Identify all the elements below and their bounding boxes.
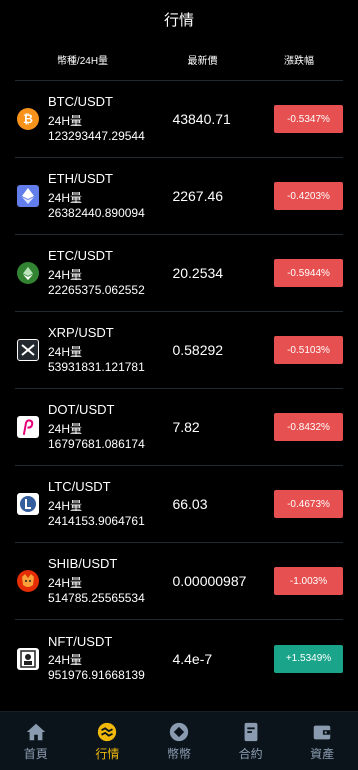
bitcoin-icon: ₿ [17, 108, 39, 130]
last-price: 7.82 [172, 419, 200, 435]
polkadot-icon [17, 416, 39, 438]
page-title: 行情 [163, 11, 194, 29]
market-row[interactable]: DOT/USDT 24H量 16797681.086174 7.82 -0.84… [15, 389, 343, 466]
volume-value: 22265375.062552 [48, 282, 145, 297]
pair-name: SHIB/USDT [48, 556, 118, 572]
page-header: 行情 [0, 0, 358, 38]
change-badge: -0.5347% [274, 105, 343, 133]
tab-label: 首頁 [23, 746, 48, 761]
change-badge: +1.5349% [274, 644, 343, 673]
column-price: 最新價 [187, 55, 218, 67]
last-price: 0.00000987 [172, 573, 247, 589]
pair-name: ETC/USDT [48, 248, 113, 264]
ethereum-icon [17, 185, 39, 207]
ethereum-classic-icon [17, 262, 39, 284]
tab-market[interactable]: 行情 [72, 712, 144, 770]
pair-name: DOT/USDT [48, 402, 115, 418]
tab-home[interactable]: 首頁 [0, 712, 72, 770]
market-row[interactable]: XRP/USDT 24H量 53931831.121781 0.58292 -0… [15, 312, 343, 389]
change-badge: -0.8432% [274, 413, 343, 441]
volume-label: 24H量 [48, 575, 83, 590]
change-badge: -0.4673% [274, 490, 343, 518]
coin-icon [169, 722, 189, 741]
pair-name: NFT/USDT [48, 633, 113, 649]
column-header: 幣種/24H量 最新價 漲跌幅 [15, 38, 343, 81]
home-icon [26, 723, 45, 740]
tab-assets[interactable]: 資產 [286, 712, 358, 770]
volume-label: 24H量 [48, 344, 83, 359]
market-icon [98, 722, 117, 741]
volume-label: 24H量 [48, 267, 83, 282]
change-badge: -0.5944% [274, 259, 343, 287]
change-badge: -1.003% [274, 567, 343, 595]
column-pair: 幣種/24H量 [56, 55, 109, 67]
tab-label: 行情 [95, 746, 120, 761]
market-row[interactable]: ₿ BTC/USDT 24H量 123293447.29544 43840.71… [15, 81, 343, 158]
volume-value: 2414153.9064761 [48, 513, 145, 528]
last-price: 66.03 [172, 496, 208, 512]
column-change: 漲跌幅 [284, 55, 314, 67]
nft-icon [17, 647, 39, 670]
last-price: 20.2534 [172, 265, 224, 281]
volume-value: 53931831.121781 [48, 359, 145, 374]
market-row[interactable]: SHIB/USDT 24H量 514785.25565534 0.0000098… [15, 543, 343, 620]
tab-contract[interactable]: 合約 [215, 712, 287, 770]
change-badge: -0.5103% [274, 336, 343, 364]
xrp-icon [17, 339, 39, 361]
volume-value: 16797681.086174 [48, 436, 145, 451]
pair-name: ETH/USDT [48, 171, 113, 187]
bottom-tab-bar: 首頁 行情 幣幣 合約 資產 [0, 711, 358, 770]
contract-icon [244, 722, 257, 741]
pair-name: LTC/USDT [48, 479, 111, 495]
tab-label: 合約 [238, 746, 263, 761]
litecoin-icon [17, 493, 39, 515]
tab-spot[interactable]: 幣幣 [143, 712, 215, 770]
volume-value: 26382440.890094 [48, 205, 145, 220]
change-badge: -0.4203% [274, 182, 343, 210]
volume-value: 514785.25565534 [48, 590, 145, 605]
volume-value: 123293447.29544 [48, 128, 145, 143]
tab-label: 幣幣 [166, 746, 191, 761]
volume-value: 951976.91668139 [48, 668, 145, 683]
volume-label: 24H量 [48, 498, 83, 513]
wallet-icon [313, 725, 331, 739]
shiba-icon [17, 570, 39, 592]
pair-name: BTC/USDT [48, 94, 113, 110]
last-price: 4.4e-7 [172, 650, 213, 667]
last-price: 43840.71 [172, 111, 231, 127]
market-row[interactable]: LTC/USDT 24H量 2414153.9064761 66.03 -0.4… [15, 466, 343, 543]
last-price: 2267.46 [172, 188, 224, 204]
tab-label: 資產 [310, 746, 335, 761]
last-price: 0.58292 [172, 342, 224, 358]
volume-label: 24H量 [48, 113, 83, 128]
volume-label: 24H量 [48, 190, 83, 205]
market-row[interactable]: NFT/USDT 24H量 951976.91668139 4.4e-7 +1.… [15, 620, 343, 697]
volume-label: 24H量 [48, 421, 83, 436]
pair-name: XRP/USDT [48, 325, 114, 341]
volume-label: 24H量 [48, 653, 83, 668]
market-row[interactable]: ETH/USDT 24H量 26382440.890094 2267.46 -0… [15, 158, 343, 235]
market-row[interactable]: ETC/USDT 24H量 22265375.062552 20.2534 -0… [15, 235, 343, 312]
market-list: ₿ BTC/USDT 24H量 123293447.29544 43840.71… [15, 81, 343, 697]
